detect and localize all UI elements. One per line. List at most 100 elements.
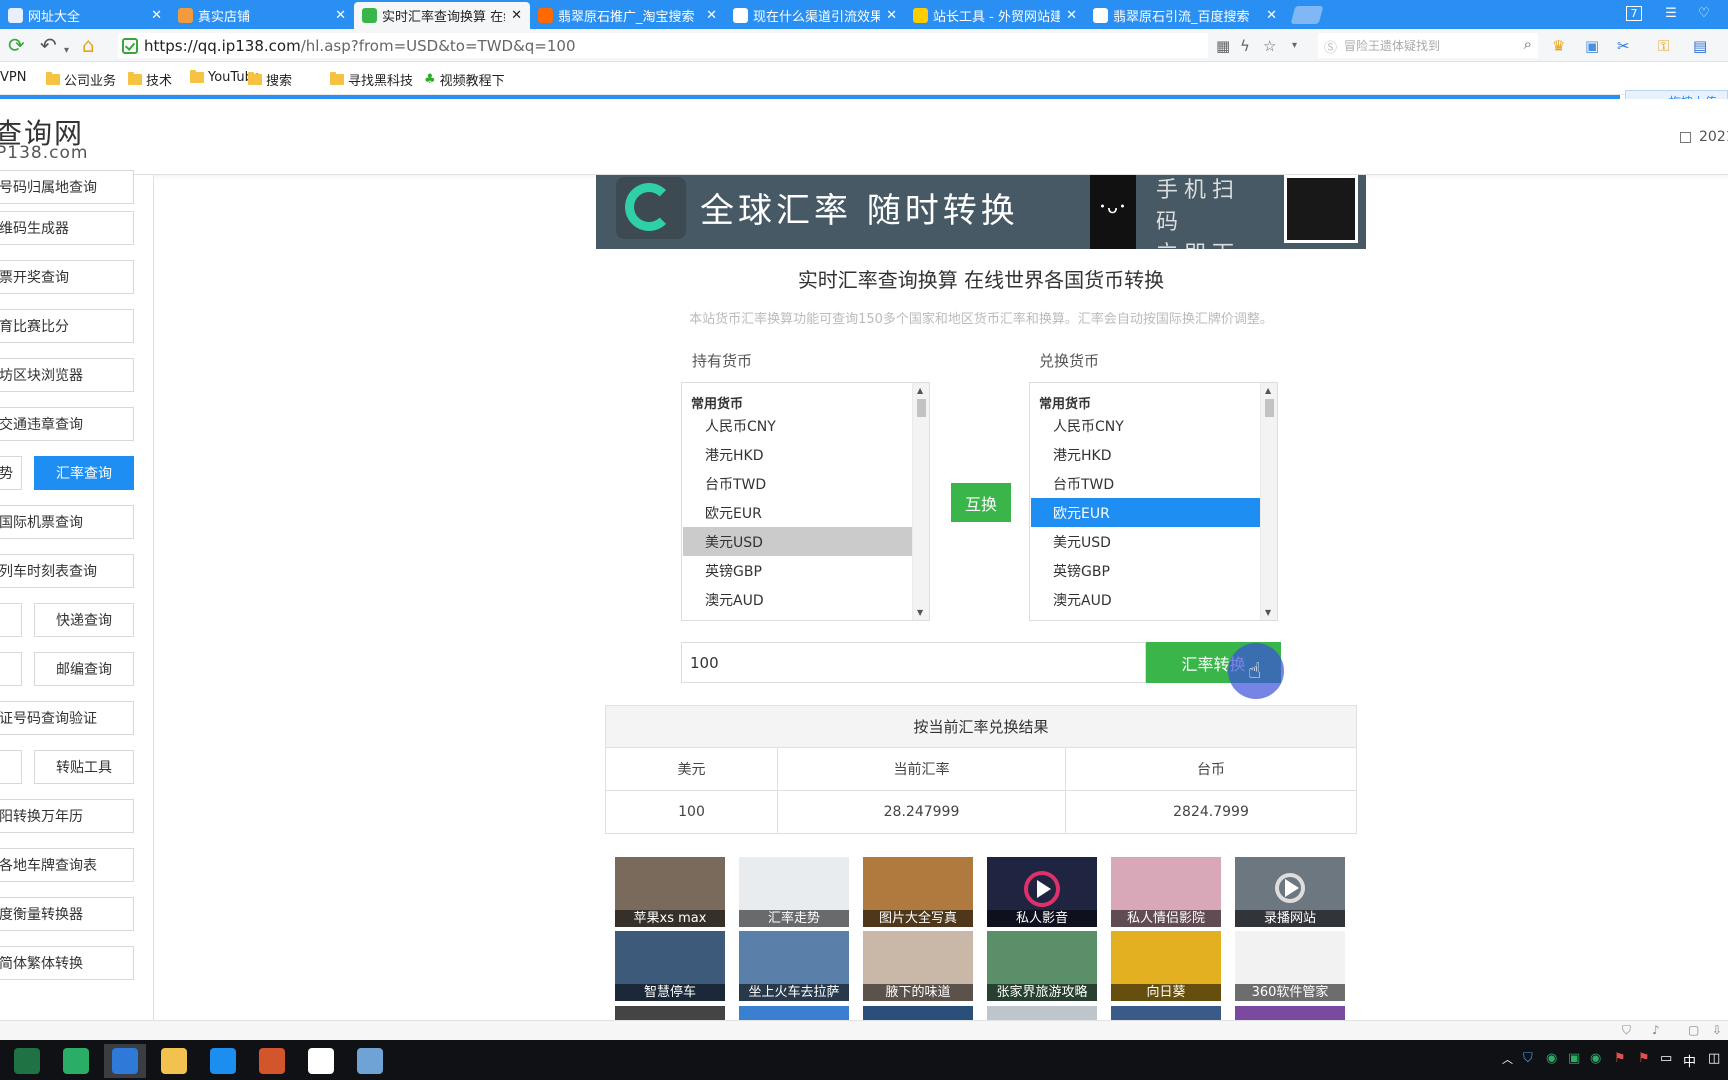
- sidebar-tool-button[interactable]: [0, 652, 22, 686]
- baidu-netdisk-icon[interactable]: [300, 1044, 342, 1078]
- sidebar-tool-button[interactable]: 简体繁体转换: [0, 946, 134, 980]
- browser-tab[interactable]: 翡翠原石引流_百度搜索 ✕: [1085, 2, 1285, 29]
- menu-icon[interactable]: ☰: [1661, 5, 1681, 23]
- download-icon[interactable]: ⇩: [1712, 1023, 1722, 1037]
- scroll-up-icon[interactable]: ▲: [1265, 386, 1271, 395]
- sidebar-tool-button[interactable]: 邮编查询: [34, 652, 134, 686]
- thumbnail-link[interactable]: 录播网站: [1235, 857, 1345, 927]
- bookmark-item[interactable]: VPN: [0, 70, 26, 85]
- tray-shield-icon[interactable]: ⛉: [1523, 1051, 1533, 1066]
- sidebar-tool-button[interactable]: 各地车牌查询表: [0, 848, 134, 882]
- currency-option[interactable]: 台币TWD: [1031, 469, 1260, 498]
- thumbnail-link[interactable]: 私人影音: [987, 857, 1097, 927]
- refresh-icon[interactable]: ⟳: [8, 35, 25, 55]
- sidebar-tool-button[interactable]: 号码归属地查询: [0, 170, 134, 204]
- thumbnail-link[interactable]: 腋下的味道: [863, 931, 973, 1001]
- currency-option[interactable]: 港元HKD: [683, 440, 912, 469]
- currency-option[interactable]: 英镑GBP: [1031, 556, 1260, 585]
- volume-icon[interactable]: ♪: [1652, 1023, 1660, 1037]
- close-tab-icon[interactable]: ✕: [1066, 8, 1077, 23]
- star-icon[interactable]: ☆: [1263, 37, 1276, 55]
- sidebar-tool-button[interactable]: 势: [0, 456, 22, 490]
- browser-tab[interactable]: 翡翠原石推广_淘宝搜索 ✕: [530, 2, 725, 29]
- sidebar-tool-button[interactable]: 维码生成器: [0, 211, 134, 245]
- app-download-banner[interactable]: 全球汇率 随时转换 ･ᴗ･ 手机扫码立即下载: [596, 175, 1366, 249]
- scroll-down-icon[interactable]: ▼: [1265, 608, 1271, 617]
- tray-expand-icon[interactable]: ︿: [1502, 1051, 1513, 1067]
- lightning-icon[interactable]: ϟ: [1240, 37, 1250, 55]
- sidebar-tool-button[interactable]: 国际机票查询: [0, 505, 134, 539]
- sidebar-tool-button[interactable]: 列车时刻表查询: [0, 554, 134, 588]
- sidebar-tool-button[interactable]: 交通违章查询: [0, 407, 134, 441]
- browser-tab[interactable]: 站长工具 - 外贸网站建设 ✕: [905, 2, 1085, 29]
- scroll-up-icon[interactable]: ▲: [917, 386, 923, 395]
- site-logo-domain[interactable]: P138.com: [0, 143, 88, 163]
- qr-icon[interactable]: ▦: [1216, 37, 1230, 55]
- amount-input[interactable]: [681, 642, 1146, 683]
- ime-indicator[interactable]: 中: [1683, 1051, 1696, 1070]
- currency-option[interactable]: 澳元AUD: [1031, 585, 1260, 614]
- thumbnail-link[interactable]: 向日葵: [1111, 931, 1221, 1001]
- search-input[interactable]: Ⓢ 冒险王遗体疑找到 ⌕: [1318, 33, 1538, 58]
- currency-option[interactable]: 英镑GBP: [683, 556, 912, 585]
- shield-icon[interactable]: ⛉: [1622, 1023, 1631, 1038]
- scissors-icon[interactable]: ✂: [1617, 37, 1630, 55]
- currency-option[interactable]: 港元HKD: [1031, 440, 1260, 469]
- currency-option[interactable]: 台币TWD: [683, 469, 912, 498]
- sidebar-tool-button[interactable]: 坊区块浏览器: [0, 358, 134, 392]
- list-scrollbar[interactable]: ▲ ▼: [1260, 383, 1277, 620]
- new-tab-button[interactable]: [1290, 6, 1324, 24]
- bookmark-item[interactable]: 公司业务: [46, 70, 116, 89]
- bookmark-item[interactable]: 寻找黑科技: [330, 70, 413, 89]
- currency-option[interactable]: 美元USD: [683, 527, 912, 556]
- currency-option[interactable]: 澳元AUD: [683, 585, 912, 614]
- key-icon[interactable]: ⚿: [1658, 37, 1669, 55]
- bookmark-item[interactable]: ♣ 视频教程下: [424, 70, 505, 89]
- close-tab-icon[interactable]: ✕: [335, 8, 346, 23]
- tray-security-icon[interactable]: ⚑: [1614, 1051, 1626, 1066]
- extension-icon[interactable]: ♛: [1552, 37, 1565, 55]
- browser-tab[interactable]: 网址大全 ✕: [0, 2, 170, 29]
- address-field[interactable]: https://qq.ip138.com/hl.asp?from=USD&to=…: [118, 33, 1208, 58]
- file-explorer-icon[interactable]: [153, 1044, 195, 1078]
- sidebar-tool-button[interactable]: [0, 750, 22, 784]
- browser-tab[interactable]: 真实店铺 ✕: [170, 2, 354, 29]
- sidebar-tool-button[interactable]: 证号码查询验证: [0, 701, 134, 735]
- tab-count-badge[interactable]: 7: [1626, 6, 1642, 21]
- screenshot-icon[interactable]: ▣: [1585, 37, 1599, 55]
- search-icon[interactable]: ⌕: [1524, 35, 1532, 53]
- thumbnail-link[interactable]: 智慧停车: [615, 931, 725, 1001]
- close-tab-icon[interactable]: ✕: [511, 8, 522, 23]
- tab-active[interactable]: 实时汇率查询换算 在线世 ✕: [354, 2, 530, 29]
- currency-option[interactable]: 人民币CNY: [683, 411, 912, 440]
- tray-network-icon[interactable]: ◫: [1708, 1051, 1720, 1066]
- skin-icon[interactable]: ♡: [1694, 5, 1714, 23]
- sidebar-tool-button[interactable]: 快递查询: [34, 603, 134, 637]
- excel-icon[interactable]: [6, 1044, 48, 1078]
- undo-dropdown-icon[interactable]: ▾: [64, 41, 69, 61]
- tray-wechat2-icon[interactable]: ◉: [1590, 1051, 1601, 1066]
- close-tab-icon[interactable]: ✕: [151, 8, 162, 23]
- sidebar-tool-button[interactable]: [0, 603, 22, 637]
- bookmark-item[interactable]: 技术: [128, 70, 172, 89]
- sidebar-tool-button[interactable]: 转贴工具: [34, 750, 134, 784]
- sidebar-tool-button[interactable]: 阳转换万年历: [0, 799, 134, 833]
- thumbnail-link[interactable]: 私人情侣影院: [1111, 857, 1221, 927]
- bookmark-item[interactable]: 搜索: [248, 70, 292, 89]
- search-engine-icon[interactable]: Ⓢ: [1324, 37, 1337, 56]
- tray-security2-icon[interactable]: ⚑: [1638, 1051, 1650, 1066]
- sidebar-tool-button[interactable]: 育比赛比分: [0, 309, 134, 343]
- currency-option[interactable]: 人民币CNY: [1031, 411, 1260, 440]
- currency-option[interactable]: 美元USD: [1031, 527, 1260, 556]
- tray-wechat-icon[interactable]: ◉: [1546, 1051, 1557, 1066]
- tray-display-icon[interactable]: ▭: [1660, 1051, 1672, 1066]
- scroll-thumb[interactable]: [917, 399, 926, 417]
- close-tab-icon[interactable]: ✕: [1266, 8, 1277, 23]
- browser-tab[interactable]: 现在什么渠道引流效果好 ✕: [725, 2, 905, 29]
- currency-option[interactable]: 欧元EUR: [683, 498, 912, 527]
- wechat-icon[interactable]: [55, 1044, 97, 1078]
- close-tab-icon[interactable]: ✕: [706, 8, 717, 23]
- thumbnail-link[interactable]: 苹果xs max: [615, 857, 725, 927]
- sidebar-tool-button[interactable]: 票开奖查询: [0, 260, 134, 294]
- home-icon[interactable]: ⌂: [82, 35, 95, 55]
